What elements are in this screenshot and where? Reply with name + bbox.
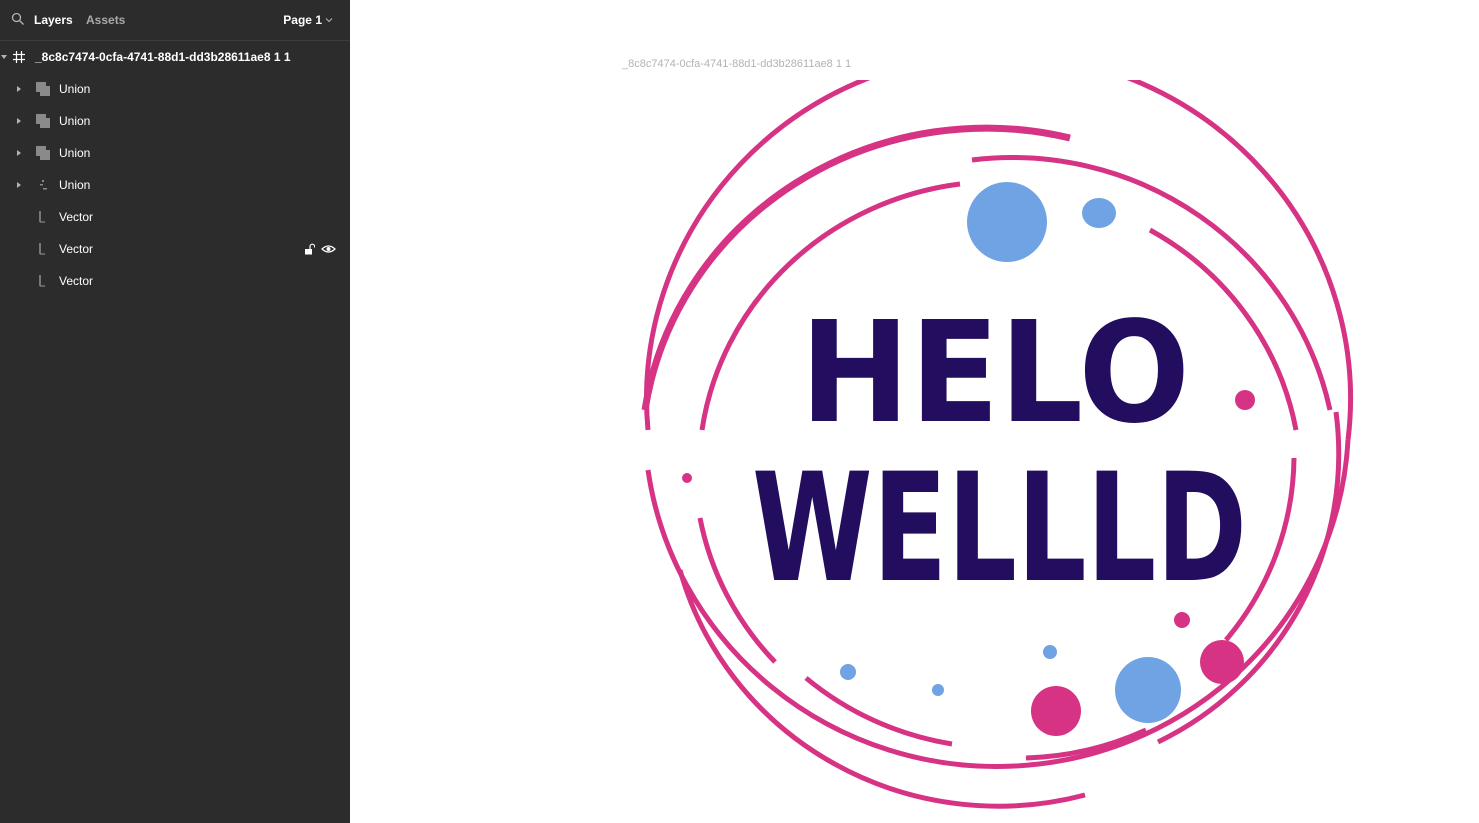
layer-name: Union [59,178,91,192]
layer-name: Union [59,82,91,96]
lock-icon[interactable] [304,243,315,255]
caret-right-icon[interactable] [15,85,23,93]
eye-icon[interactable] [321,244,336,254]
lettering-line-2: WELLLD [752,442,1247,616]
caret-right-icon[interactable] [15,117,23,125]
tab-layers[interactable]: Layers [34,13,73,27]
layer-row-vector-2[interactable]: Vector [0,233,350,265]
search-icon[interactable] [11,12,25,26]
vector-icon [39,243,45,255]
layer-row-union-3[interactable]: Union [0,137,350,169]
tab-assets[interactable]: Assets [86,13,125,27]
svg-text:WELLLD: WELLLD [752,442,1247,616]
layer-name: Union [59,146,91,160]
layer-name: Vector [59,274,94,288]
vector-icon [39,211,45,223]
layer-name: _8c8c7474-0cfa-4741-88d1-dd3b28611ae8 1 … [35,50,291,64]
union-icon [36,146,50,160]
layer-row-union-1[interactable]: Union [0,73,350,105]
ring-arc-bottom [804,676,953,747]
layer-name: Vector [59,210,94,224]
layer-row-vector-3[interactable]: Vector [0,265,350,297]
layer-row-union-2[interactable]: Union [0,105,350,137]
dot-blue-tiny [1043,645,1057,659]
layer-name: Union [59,114,91,128]
caret-right-icon[interactable] [15,181,23,189]
caret-right-icon[interactable] [15,149,23,157]
svg-text:HELO: HELO [800,292,1190,455]
dot-pink-tiny [682,473,692,483]
layers-panel: Layers Assets Page 1 _8c8c7474-0cfa-4741… [0,0,350,823]
layer-row-vector-1[interactable]: Vector [0,201,350,233]
frame-icon [13,51,25,63]
page-label: Page 1 [283,13,322,27]
dot-pink-large [1031,686,1081,736]
lettering-line-1: HELO [800,292,1190,455]
dot-blue-small [1082,198,1116,228]
vector-icon [39,275,45,287]
dot-blue-medium [1115,657,1181,723]
artwork[interactable]: HELO WELLLD [560,80,1440,820]
layer-name: Vector [59,242,94,256]
page-selector[interactable]: Page 1 [283,13,333,27]
layer-row-union-4[interactable]: Union [0,169,350,201]
dot-pink-medium [1200,640,1244,684]
union-icon [40,180,47,190]
caret-down-icon[interactable] [0,53,8,61]
dot-blue-large [967,182,1047,262]
union-icon [36,82,50,96]
dot-blue-xs-1 [840,664,856,680]
dot-blue-xs-2 [932,684,944,696]
dot-pink [1235,390,1255,410]
canvas-frame-label[interactable]: _8c8c7474-0cfa-4741-88d1-dd3b28611ae8 1 … [622,58,851,70]
chevron-down-icon [325,18,333,23]
union-icon [36,114,50,128]
panel-header: Layers Assets Page 1 [0,0,350,41]
layer-row-frame[interactable]: _8c8c7474-0cfa-4741-88d1-dd3b28611ae8 1 … [0,41,350,73]
